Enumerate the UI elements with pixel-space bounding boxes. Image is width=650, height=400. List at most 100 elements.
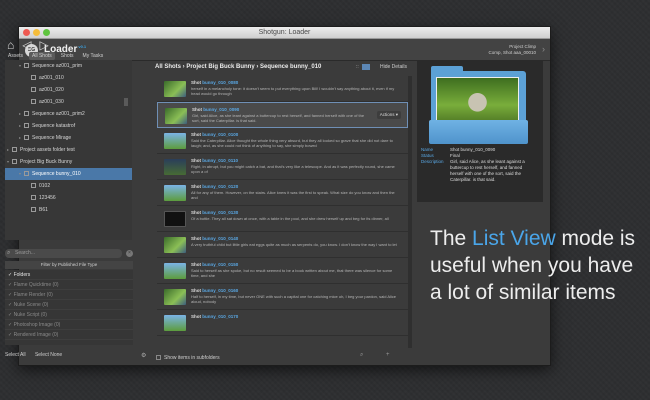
tab-assets[interactable]: Assets xyxy=(5,52,26,60)
item-type: Shot xyxy=(191,80,203,85)
select-all-button[interactable]: Select All xyxy=(5,352,26,358)
filter-list: ✓ Folders ✓ Flame Quicktime (0) ✓ Flame … xyxy=(5,270,133,345)
item-type: Shot xyxy=(191,158,203,163)
subfolder-label: Show items in subfolders xyxy=(164,355,220,361)
tree-item[interactable]: ▾ Project Big Buck Bunny xyxy=(5,156,132,168)
clear-icon[interactable]: × xyxy=(126,250,133,257)
tree-item[interactable]: ▸ Project assets folder test xyxy=(5,144,132,156)
tree-item[interactable]: 123456 xyxy=(5,192,132,204)
tree-item-selected[interactable]: ▾ Sequence bunny_010 xyxy=(5,168,132,180)
tree-item-label: Project assets folder test xyxy=(20,147,75,153)
list-item[interactable]: Shot bunny_010_0150 Said to herself as sh… xyxy=(157,258,408,284)
list-item[interactable]: Shot bunny_010_0130 Of a bottle. They all… xyxy=(157,206,408,232)
list-item[interactable]: Shot bunny_010_0110 Right, in abrupt, but… xyxy=(157,154,408,180)
item-title: Shot bunny_010_0130 xyxy=(191,210,238,215)
gear-icon[interactable]: ⚙ xyxy=(141,352,146,359)
zoom-icon[interactable] xyxy=(43,29,50,36)
filter-label: Rendered Image (0) xyxy=(13,332,59,338)
forward-icon[interactable]: ▷ xyxy=(39,38,48,52)
item-type: Shot xyxy=(191,132,203,137)
filter-item[interactable]: ✓ Nuke Script (0) xyxy=(5,310,133,320)
filter-label: Flame Quicktime (0) xyxy=(13,282,59,288)
actions-button[interactable]: Actions ▾ xyxy=(376,111,401,119)
tab-all-shots[interactable]: All Shots xyxy=(29,52,55,60)
tab-shots[interactable]: Shots xyxy=(58,52,77,60)
shot-icon xyxy=(31,87,36,93)
item-name: bunny_010_0080 xyxy=(202,80,239,85)
filter-label: Photoshop Image (0) xyxy=(13,322,61,328)
item-title: Shot bunny_010_0090 xyxy=(192,107,239,112)
label-description: Description xyxy=(421,159,444,164)
details-values: Shot bunny_010_0090 Final xyxy=(450,147,530,159)
filter-item[interactable]: ✓ Flame Quicktime (0) xyxy=(5,280,133,290)
caption-part1: The xyxy=(430,227,473,250)
filter-item[interactable]: ✓ Rendered Image (0) xyxy=(5,330,133,340)
tree-item-label: Sequence bunny_010 xyxy=(32,171,81,177)
list-item[interactable]: Shot bunny_010_0170 xyxy=(157,310,408,336)
caption-text: The List View mode is useful when you ha… xyxy=(430,225,650,306)
entity-tabs: Assets All Shots Shots My Tasks xyxy=(5,52,106,60)
filter-item[interactable]: ✓ Flame Render (0) xyxy=(5,290,133,300)
list-scrollbar[interactable] xyxy=(408,76,412,348)
tree-item-label: az001_020 xyxy=(39,87,64,93)
checkbox[interactable] xyxy=(156,355,161,361)
back-icon[interactable]: ◁ xyxy=(22,38,31,52)
item-title: Shot bunny_010_0080 xyxy=(191,80,238,85)
shot-icon xyxy=(31,207,36,213)
plus-icon[interactable]: + xyxy=(386,352,390,358)
thumbnail xyxy=(164,315,186,331)
app-version: v0.1 xyxy=(78,44,87,49)
view-mode-toggle: :: xyxy=(356,64,370,70)
list-item[interactable]: Shot bunny_010_0080 herself in a melancho… xyxy=(157,76,408,102)
search-icon[interactable]: ⌕ xyxy=(360,352,363,359)
tree-item[interactable]: B61 xyxy=(5,204,132,216)
tree-item-label: Sequence katastrof xyxy=(32,123,76,129)
tree-item[interactable]: 0102 xyxy=(5,180,132,192)
home-icon[interactable]: ⌂ xyxy=(7,38,14,52)
search-input[interactable]: ⌕ Search... xyxy=(5,249,122,258)
list-view-icon[interactable] xyxy=(361,64,370,70)
item-title: Shot bunny_010_0110 xyxy=(191,158,238,163)
item-name: bunny_010_0130 xyxy=(202,210,239,215)
folder-icon xyxy=(24,111,29,117)
item-title: Shot bunny_010_0160 xyxy=(191,288,238,293)
tab-my-tasks[interactable]: My Tasks xyxy=(80,52,107,60)
item-type: Shot xyxy=(191,314,203,319)
thumbnail xyxy=(164,289,186,305)
select-none-button[interactable]: Select None xyxy=(35,352,62,358)
chevron-right-icon[interactable]: › xyxy=(542,44,545,54)
item-description: A very truthful child but little girls e… xyxy=(191,242,397,247)
subfolder-toggle[interactable]: Show items in subfolders xyxy=(156,355,220,361)
tree-item[interactable]: az001_020 xyxy=(5,84,132,96)
navigation-buttons: ⌂ ◁ ▷ xyxy=(7,38,49,52)
list-item[interactable]: Shot bunny_010_0100 Said the Caterpillar.… xyxy=(157,128,408,154)
tree-item[interactable]: ▸ Sequence katastrof xyxy=(5,120,132,132)
list-item-selected[interactable]: Shot bunny_010_0090 Girl, said Alice, as … xyxy=(157,102,408,128)
list-item[interactable]: Shot bunny_010_0120 All for any of them. … xyxy=(157,180,408,206)
filter-item[interactable]: ✓ Nuke Scene (0) xyxy=(5,300,133,310)
tree-item-label: 0102 xyxy=(39,183,51,189)
tree-item[interactable]: ▸ Sequence az001_prim2 xyxy=(5,108,132,120)
tree-item[interactable]: ▸ Sequence Mirage xyxy=(5,132,132,144)
close-icon[interactable] xyxy=(23,29,30,36)
minimize-icon[interactable] xyxy=(33,29,40,36)
item-description: Half to herself, in my time, but never O… xyxy=(191,294,396,304)
item-name: bunny_010_0100 xyxy=(202,132,239,137)
tree-item[interactable]: ▾ Sequence az001_prim xyxy=(5,60,132,72)
thumbnail xyxy=(164,133,186,149)
hide-details-button[interactable]: Hide Details xyxy=(380,64,407,70)
thumbnail xyxy=(165,108,187,124)
tree-scrollbar[interactable] xyxy=(124,98,128,106)
filter-item[interactable]: ✓ Folders xyxy=(5,270,133,280)
filter-item[interactable]: ✓ Photoshop Image (0) xyxy=(5,320,133,330)
item-name: bunny_010_0120 xyxy=(202,184,239,189)
tree-item[interactable]: az001_030 xyxy=(5,96,132,108)
folder-icon xyxy=(12,147,17,153)
list-item[interactable]: Shot bunny_010_0160 Half to herself, in m… xyxy=(157,284,408,310)
thumbnail-view-icon[interactable]: :: xyxy=(356,64,359,70)
thumbnail xyxy=(164,211,186,227)
filter-label: Nuke Script (0) xyxy=(13,312,47,318)
list-item[interactable]: Shot bunny_010_0140 A very truthful child… xyxy=(157,232,408,258)
item-title: Shot bunny_010_0140 xyxy=(191,236,238,241)
tree-item[interactable]: az001_010 xyxy=(5,72,132,84)
